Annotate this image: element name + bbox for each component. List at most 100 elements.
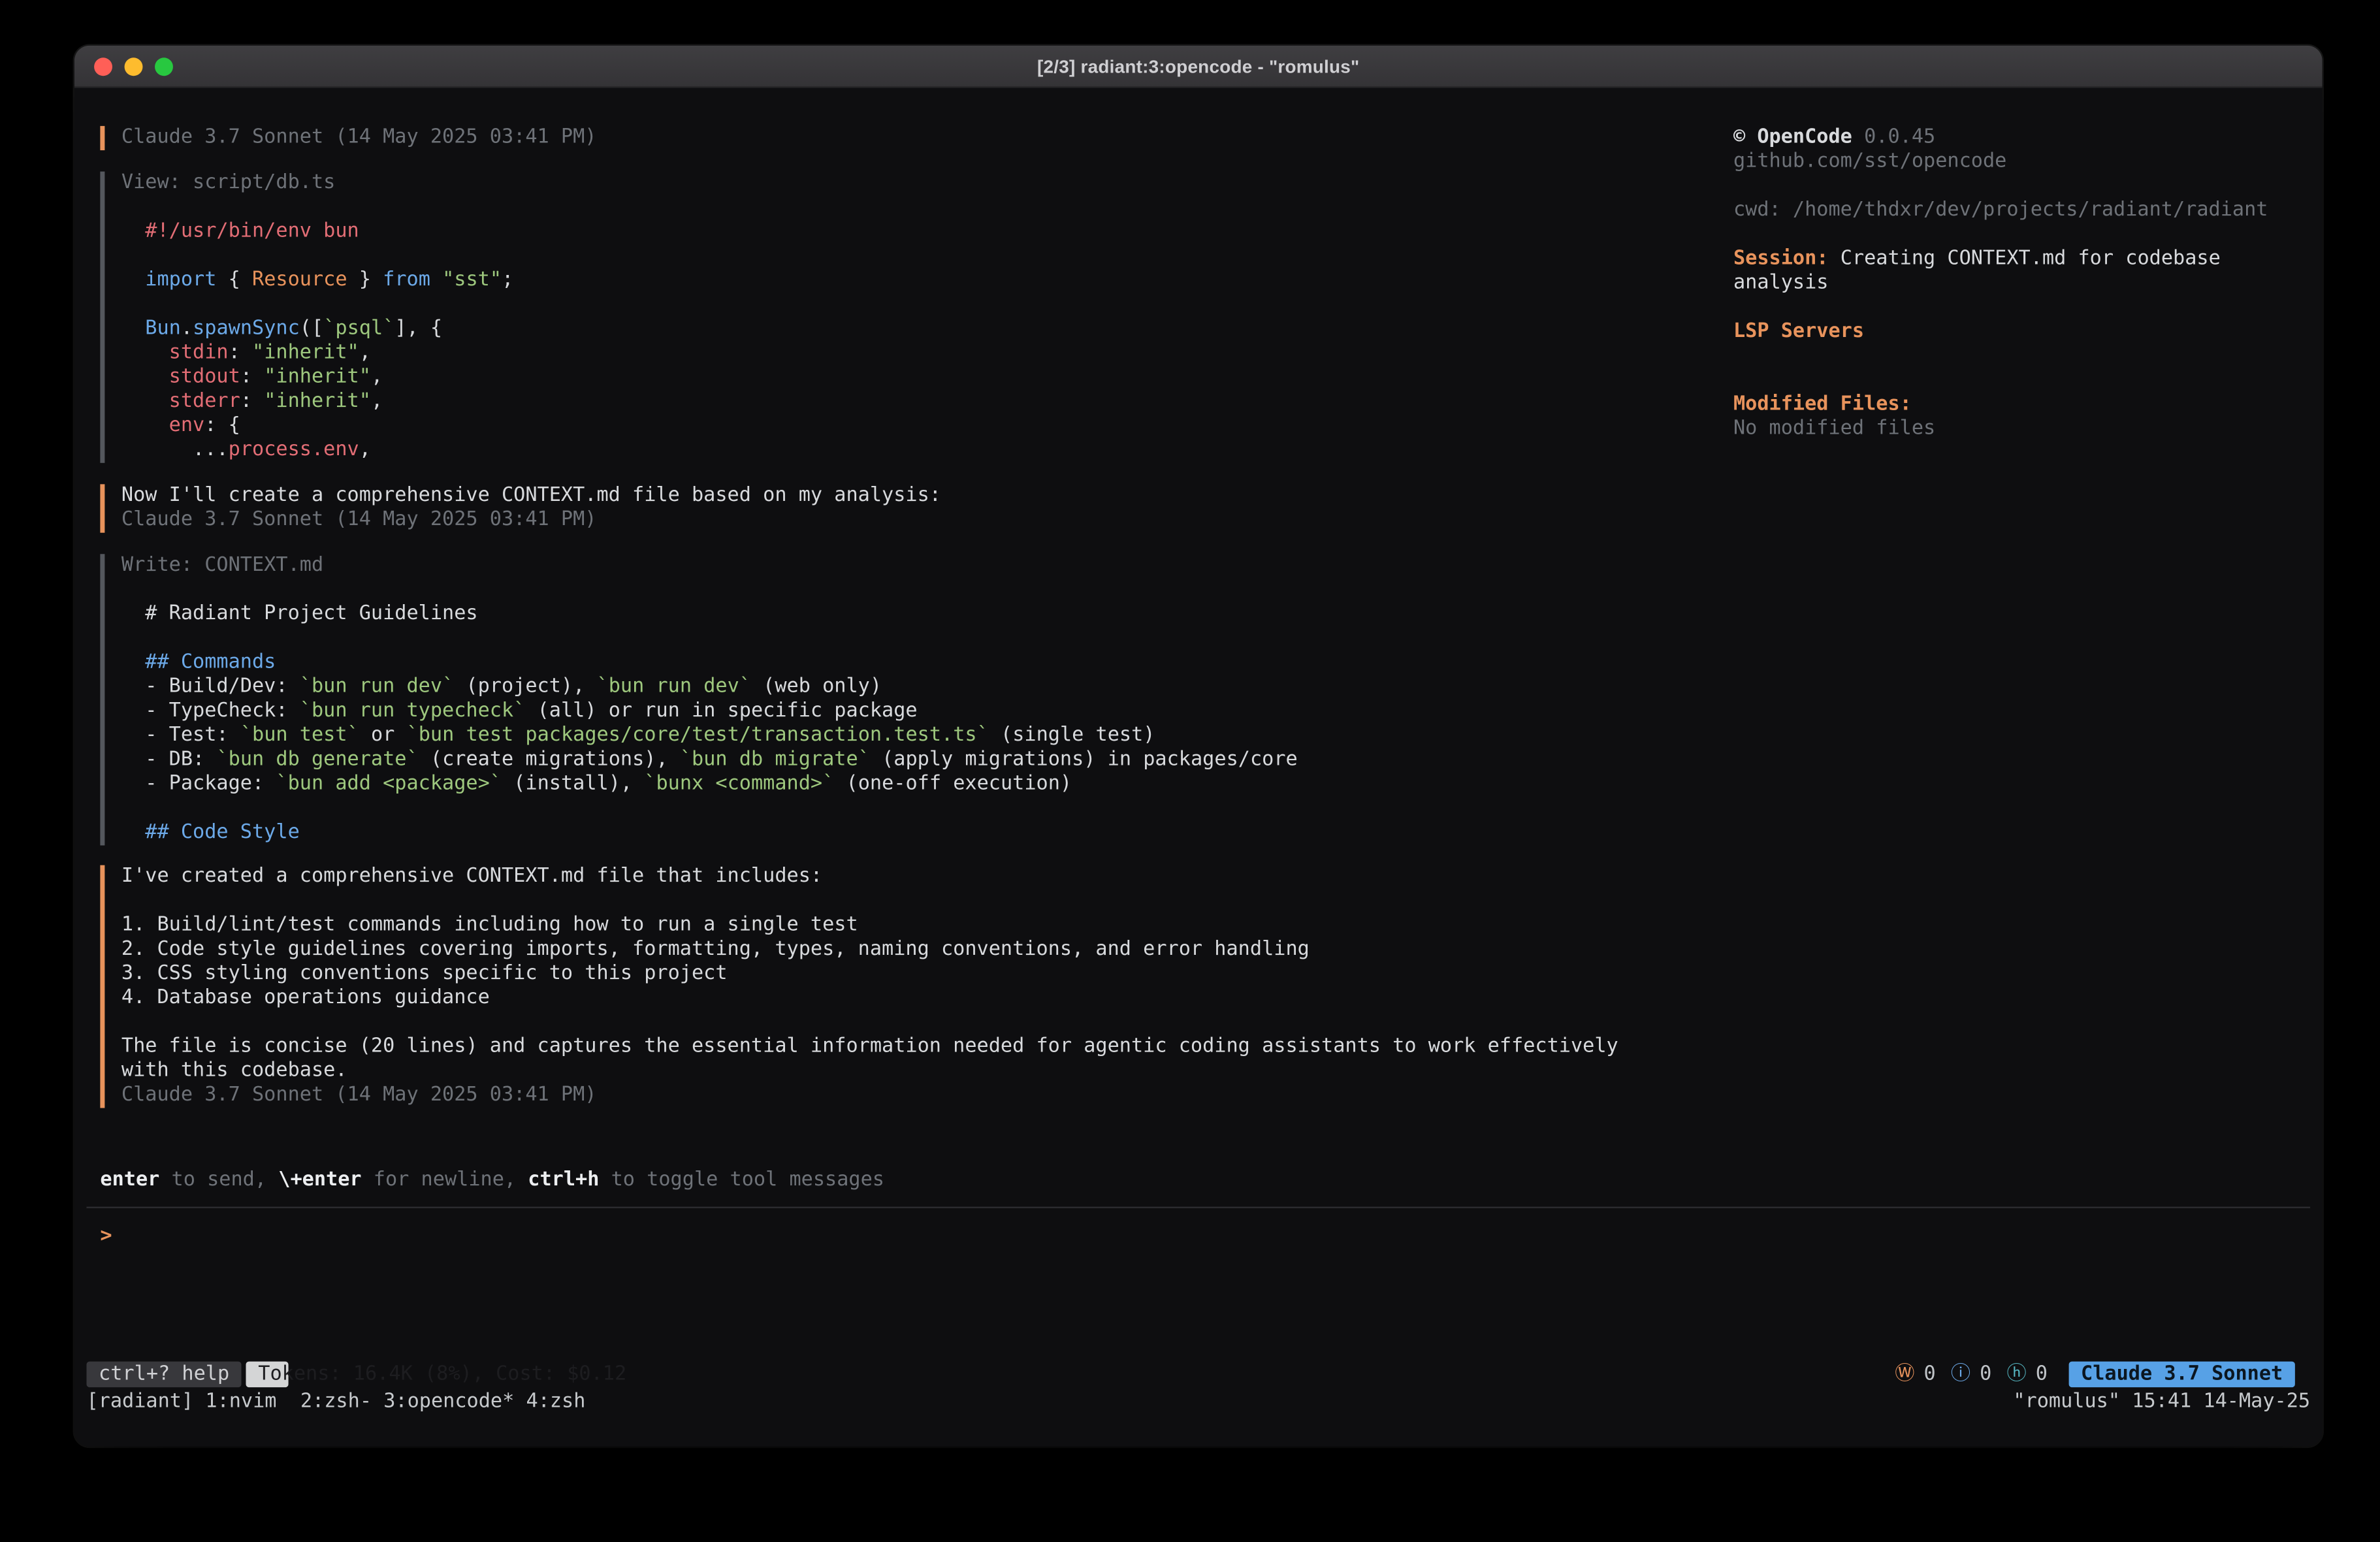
code-token: stdin [121, 342, 229, 364]
tool-title: View: script/db.ts [121, 172, 1624, 196]
text-segment: (create migrations), [419, 748, 680, 771]
code-token: { [216, 268, 252, 291]
diagnostics-group: Ⓦ0 ⓘ0 ⓗ0 [1895, 1362, 2053, 1387]
tool-call-view-block: View: script/db.ts #!/usr/bin/env bun im… [100, 172, 1624, 463]
tmux-host-clock: "romulus" 15:41 14-May-25 [2013, 1390, 2310, 1415]
code-token: ; [502, 268, 513, 291]
text-segment: (single test) [989, 724, 1155, 747]
code-token: : [240, 390, 264, 413]
model-badge[interactable]: Claude 3.7 Sonnet [2068, 1362, 2294, 1388]
info-icon: ⓘ [1951, 1362, 1970, 1387]
code-line: ...process.env, [121, 439, 1624, 463]
session-label: Session: [1733, 248, 1829, 270]
prompt-input[interactable]: > [100, 1225, 2294, 1249]
tokens-cost-badge: Tokens: 16.4K (8%), Cost: $0.12 [246, 1362, 289, 1388]
blank-line [121, 1011, 1624, 1035]
input-separator [86, 1207, 2310, 1208]
markdown-h1: # Radiant Project Guidelines [121, 603, 1624, 627]
blank-line [121, 627, 1624, 651]
code-token: : [240, 366, 264, 389]
markdown-list-item: - DB: `bun db generate` (create migratio… [121, 748, 1624, 773]
blank-line [121, 797, 1624, 821]
terminal-pane: Claude 3.7 Sonnet (14 May 2025 03:41 PM)… [74, 88, 2323, 1447]
code-line: env: { [121, 414, 1624, 438]
inline-code: `bunx <command>` [644, 773, 834, 795]
markdown-list-item: - Package: `bun add <package>` (install)… [121, 773, 1624, 797]
prompt-symbol: > [100, 1225, 112, 1247]
tmux-session-windows: [radiant] 1:nvim 2:zsh- 3:opencode* 4:zs… [86, 1390, 585, 1415]
help-text: to toggle tool messages [599, 1168, 884, 1191]
markdown-h2: ## Code Style [121, 821, 1624, 845]
code-line: import { Resource } from "sst"; [121, 268, 1624, 293]
code-token: from [383, 268, 430, 291]
markdown-list-item: - Build/Dev: `bun run dev` (project), `b… [121, 675, 1624, 699]
message-header: Claude 3.7 Sonnet (14 May 2025 03:41 PM) [121, 1084, 1624, 1108]
code-token: . [181, 317, 193, 340]
code-token: Bun [121, 317, 181, 340]
text-segment: - Test: [121, 724, 240, 747]
code-token: stderr [121, 390, 240, 413]
code-token: env [121, 414, 204, 437]
inline-code: `bun add <package>` [276, 773, 502, 795]
code-line: stdin: "inherit", [121, 342, 1624, 366]
text-segment: (install), [502, 773, 644, 795]
assistant-message-header-block: Claude 3.7 Sonnet (14 May 2025 03:41 PM) [100, 126, 1624, 150]
window-title: [2/3] radiant:3:opencode - "romulus" [74, 46, 2323, 87]
status-bar: ctrl+? help Tokens: 16.4K (8%), Cost: $0… [86, 1362, 2294, 1388]
tmux-status-line: [radiant] 1:nvim 2:zsh- 3:opencode* 4:zs… [86, 1390, 2310, 1415]
text-segment: - Build/Dev: [121, 675, 300, 698]
code-token: Resource [252, 268, 347, 291]
code-token: stdout [121, 366, 240, 389]
text-segment: or [359, 724, 407, 747]
code-line: #!/usr/bin/env bun [121, 220, 1624, 244]
assistant-paragraph: The file is concise (20 lines) and captu… [121, 1035, 1624, 1084]
cwd-label: cwd: /home/thdxr/dev/projects/radiant/ra… [1733, 199, 2295, 223]
message-header: Claude 3.7 Sonnet (14 May 2025 03:41 PM) [121, 509, 1624, 533]
code-token: ... [121, 439, 229, 462]
text-segment: - Package: [121, 773, 276, 795]
code-token: , [359, 439, 371, 462]
code-token: , [371, 390, 383, 413]
inline-code: `bun run dev` [300, 675, 454, 698]
assistant-message-block: Now I'll create a comprehensive CONTEXT.… [100, 484, 1624, 532]
list-item: 3. CSS styling conventions specific to t… [121, 962, 1624, 986]
blank-line [121, 196, 1624, 220]
desktop: [2/3] radiant:3:opencode - "romulus" Cla… [0, 0, 2380, 1542]
code-token: : { [204, 414, 240, 437]
session-line: Session: Creating CONTEXT.md for codebas… [1733, 248, 2295, 296]
inline-code: `bun test` [240, 724, 359, 747]
code-token: spawnSync [193, 317, 300, 340]
titlebar: [2/3] radiant:3:opencode - "romulus" [74, 46, 2323, 88]
markdown-list-item: - TypeCheck: `bun run typecheck` (all) o… [121, 699, 1624, 724]
list-item: 2. Code style guidelines covering import… [121, 938, 1624, 962]
markdown-list-item: - Test: `bun test` or `bun test packages… [121, 724, 1624, 748]
text-segment: (web only) [751, 675, 882, 698]
text-segment: (project), [454, 675, 596, 698]
code-token: : [229, 342, 252, 364]
lsp-servers-title: LSP Servers [1733, 320, 2295, 344]
code-token: "sst" [430, 268, 502, 291]
code-token: `psql` [323, 317, 394, 340]
inline-code: `bun test packages/core/test/transaction… [407, 724, 989, 747]
list-item: 1. Build/lint/test commands including ho… [121, 914, 1624, 938]
blank-line [121, 244, 1624, 268]
help-badge[interactable]: ctrl+? help [86, 1362, 241, 1388]
warning-icon: Ⓦ [1895, 1362, 1914, 1387]
code-token: ], { [394, 317, 442, 340]
blank-line [121, 890, 1624, 914]
version-label: 0.0.45 [1852, 126, 1935, 149]
blank-line [121, 293, 1624, 317]
assistant-text: Now I'll create a comprehensive CONTEXT.… [121, 484, 1624, 508]
tool-call-write-block: Write: CONTEXT.md # Radiant Project Guid… [100, 554, 1624, 845]
code-token: "inherit" [252, 342, 359, 364]
code-token: process.env [229, 439, 359, 462]
list-item: 4. Database operations guidance [121, 987, 1624, 1011]
inline-code: `bun db generate` [216, 748, 418, 771]
hint-count: 0 [2036, 1362, 2048, 1387]
key-enter: enter [100, 1168, 159, 1191]
code-token: , [359, 342, 371, 364]
opencode-main: Claude 3.7 Sonnet (14 May 2025 03:41 PM)… [74, 88, 2323, 1108]
markdown-h2: ## Commands [121, 651, 1624, 675]
keybind-help: enter to send, \+enter for newline, ctrl… [100, 1168, 2294, 1193]
modified-files-title: Modified Files: [1733, 393, 2295, 417]
